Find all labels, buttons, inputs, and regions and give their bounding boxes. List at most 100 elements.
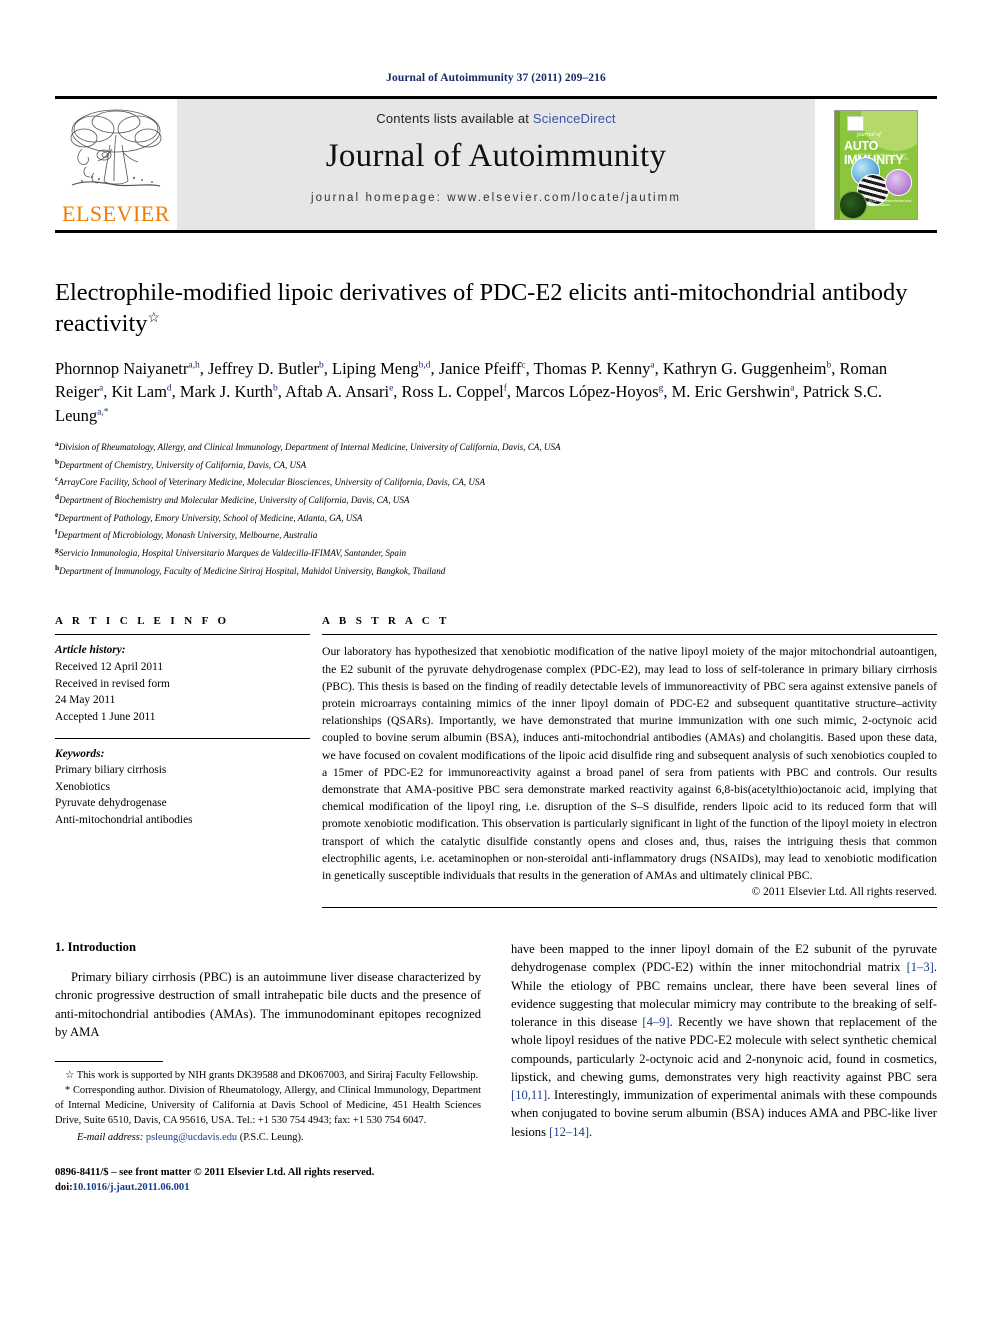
doi-line: doi:10.1016/j.jaut.2011.06.001 bbox=[55, 1180, 481, 1196]
author-list: Phornnop Naiyanetra,h, Jeffrey D. Butler… bbox=[55, 358, 888, 425]
author-name: Liping Meng bbox=[332, 358, 419, 378]
footnotes-block: ☆ This work is supported by NIH grants D… bbox=[55, 1069, 481, 1145]
article-info-rule bbox=[55, 634, 310, 636]
article-title-text: Electrophile-modified lipoic derivatives… bbox=[55, 279, 908, 338]
journal-masthead: ELSEVIER Contents lists available at Sci… bbox=[55, 96, 937, 233]
article-info-column: A R T I C L E I N F O Article history: R… bbox=[55, 615, 322, 908]
email-owner: (P.S.C. Leung). bbox=[239, 1131, 304, 1143]
journal-title: Journal of Autoimmunity bbox=[325, 138, 667, 174]
body-text-run: have been mapped to the inner lipoyl dom… bbox=[511, 942, 937, 975]
author-affiliation-marker: e bbox=[389, 383, 394, 394]
author-affiliation-marker: g bbox=[658, 383, 664, 394]
abstract-copyright: © 2011 Elsevier Ltd. All rights reserved… bbox=[751, 886, 937, 899]
affiliation-text: Department of Biochemistry and Molecular… bbox=[59, 495, 410, 506]
abstract-rule bbox=[322, 634, 937, 636]
publisher-logo: ELSEVIER bbox=[55, 99, 177, 230]
corresponding-text: Corresponding author. Division of Rheuma… bbox=[55, 1085, 481, 1126]
email-link[interactable]: psleung@ucdavis.edu bbox=[146, 1132, 237, 1143]
affiliation-text: Department of Immunology, Faculty of Med… bbox=[59, 565, 446, 576]
citation-link[interactable]: [10,11] bbox=[511, 1088, 547, 1102]
body-text-run: . bbox=[589, 1124, 593, 1139]
keyword-item: Xenobiotics bbox=[55, 780, 111, 793]
author-name: Janice Pfeiff bbox=[438, 358, 522, 378]
issn-line: 0896-8411/$ – see front matter © 2011 El… bbox=[55, 1166, 375, 1178]
author-affiliation-marker: a,* bbox=[97, 407, 109, 418]
citation-link[interactable]: [4–9] bbox=[642, 1015, 669, 1029]
elsevier-tree-icon bbox=[64, 105, 168, 202]
cover-footer-text: ELSEVIER www.elsevier.com/ locate/jautim… bbox=[869, 198, 912, 208]
author-name: Kathryn G. Guggenheim bbox=[662, 358, 827, 378]
affiliation-text: Servicio Inmunologia, Hospital Universit… bbox=[58, 548, 407, 559]
cover-journal-of-label: journal of bbox=[857, 131, 881, 138]
citation-link[interactable]: [1–3] bbox=[907, 960, 934, 974]
abstract-column: A B S T R A C T Our laboratory has hypot… bbox=[322, 615, 937, 909]
author-affiliation-marker: b bbox=[826, 360, 832, 371]
author-affiliation-marker: a,h bbox=[188, 360, 200, 371]
footnote-divider bbox=[55, 1061, 163, 1063]
affiliation-item: cArrayCore Facility, School of Veterinar… bbox=[55, 473, 937, 491]
keywords-rule bbox=[55, 737, 310, 739]
author-name: Thomas P. Kenny bbox=[533, 358, 651, 378]
article-history: Article history: Received 12 April 2011 R… bbox=[55, 642, 310, 725]
article-title: Electrophile-modified lipoic derivatives… bbox=[55, 277, 937, 340]
author-name: Phornnop Naiyanetr bbox=[55, 358, 189, 378]
author-affiliation-marker: b,d bbox=[418, 360, 431, 371]
footnote-email: E-mail address: psleung@ucdavis.edu (P.S… bbox=[55, 1131, 481, 1146]
affiliation-text: Division of Rheumatology, Allergy, and C… bbox=[58, 442, 561, 453]
article-history-lines: Received 12 April 2011 Received in revise… bbox=[55, 659, 310, 726]
author-affiliation-marker: d bbox=[166, 383, 172, 394]
running-head: Journal of Autoimmunity 37 (2011) 209–21… bbox=[386, 72, 606, 84]
keywords-block: Keywords: Primary biliary cirrhosis Xenob… bbox=[55, 746, 310, 829]
keywords-label: Keywords: bbox=[55, 747, 105, 760]
journal-homepage-link[interactable]: journal homepage: www.elsevier.com/locat… bbox=[177, 192, 815, 204]
affiliation-text: ArrayCore Facility, School of Veterinary… bbox=[58, 477, 486, 488]
funding-marker: ☆ bbox=[65, 1070, 75, 1082]
author-affiliation-marker: c bbox=[521, 360, 526, 371]
affiliation-item: bDepartment of Chemistry, University of … bbox=[55, 456, 937, 474]
affiliation-item: dDepartment of Biochemistry and Molecula… bbox=[55, 491, 937, 509]
body-column-right: have been mapped to the inner lipoyl dom… bbox=[511, 940, 937, 1196]
affiliation-item: fDepartment of Microbiology, Monash Univ… bbox=[55, 526, 937, 544]
article-history-line: Received in revised form bbox=[55, 677, 170, 690]
affiliation-text: Department of Microbiology, Monash Unive… bbox=[57, 530, 318, 541]
abstract-text: Our laboratory has hypothesized that xen… bbox=[322, 645, 937, 882]
footnote-funding: ☆ This work is supported by NIH grants D… bbox=[55, 1069, 481, 1084]
title-block: Electrophile-modified lipoic derivatives… bbox=[55, 277, 937, 579]
author-name: Marcos López-Hoyos bbox=[515, 382, 659, 402]
citation-link[interactable]: [12–14] bbox=[549, 1125, 589, 1139]
elsevier-wordmark: ELSEVIER bbox=[62, 200, 170, 226]
funding-text: This work is supported by NIH grants DK3… bbox=[76, 1070, 479, 1082]
doi-link[interactable]: 10.1016/j.jaut.2011.06.001 bbox=[73, 1182, 190, 1193]
author-name: M. Eric Gershwin bbox=[671, 382, 791, 402]
contents-list-line: Contents lists available at ScienceDirec… bbox=[177, 99, 815, 126]
cover-cell-image-3 bbox=[885, 168, 912, 196]
section-heading-introduction: 1. Introduction bbox=[55, 940, 136, 955]
body-columns: 1. Introduction Primary biliary cirrhosi… bbox=[55, 940, 937, 1196]
author-affiliation-marker: b bbox=[272, 383, 278, 394]
paper-page: Journal of Autoimmunity 37 (2011) 209–21… bbox=[0, 0, 992, 1323]
doi-label: doi: bbox=[55, 1182, 73, 1194]
affiliation-list: aDivision of Rheumatology, Allergy, and … bbox=[55, 438, 937, 579]
author-affiliation-marker: a bbox=[98, 383, 104, 394]
intro-paragraph: Primary biliary cirrhosis (PBC) is an au… bbox=[55, 970, 481, 1039]
author-affiliation-marker: a bbox=[790, 383, 795, 394]
author-affiliation-marker: a bbox=[650, 360, 655, 371]
footnote-corresponding-author: * Corresponding author. Division of Rheu… bbox=[55, 1084, 481, 1129]
cover-image: journal of AUTO IMMUNITY OFFICIAL JOURNA… bbox=[834, 109, 918, 220]
contents-prefix: Contents lists available at bbox=[376, 111, 533, 126]
sciencedirect-link[interactable]: ScienceDirect bbox=[533, 111, 616, 126]
corresponding-marker: * bbox=[65, 1085, 71, 1097]
intro-paragraph-continued: have been mapped to the inner lipoyl dom… bbox=[511, 940, 937, 1141]
keyword-items: Primary biliary cirrhosis Xenobiotics Pyru… bbox=[55, 762, 310, 829]
body-column-left: 1. Introduction Primary biliary cirrhosi… bbox=[55, 940, 481, 1196]
author-name: Ross L. Coppel bbox=[401, 382, 504, 402]
article-history-label: Article history: bbox=[55, 644, 126, 657]
article-info-heading: A R T I C L E I N F O bbox=[55, 615, 230, 628]
abstract-heading: A B S T R A C T bbox=[322, 615, 450, 628]
author-name: Kit Lam bbox=[111, 382, 167, 402]
keyword-item: Pyruvate dehydrogenase bbox=[55, 797, 167, 810]
affiliation-text: Department of Chemistry, University of C… bbox=[59, 459, 307, 470]
affiliation-item: eDepartment of Pathology, Emory Universi… bbox=[55, 509, 937, 527]
author-affiliation-marker: b bbox=[319, 360, 324, 371]
article-history-line: Accepted 1 June 2011 bbox=[55, 710, 156, 723]
